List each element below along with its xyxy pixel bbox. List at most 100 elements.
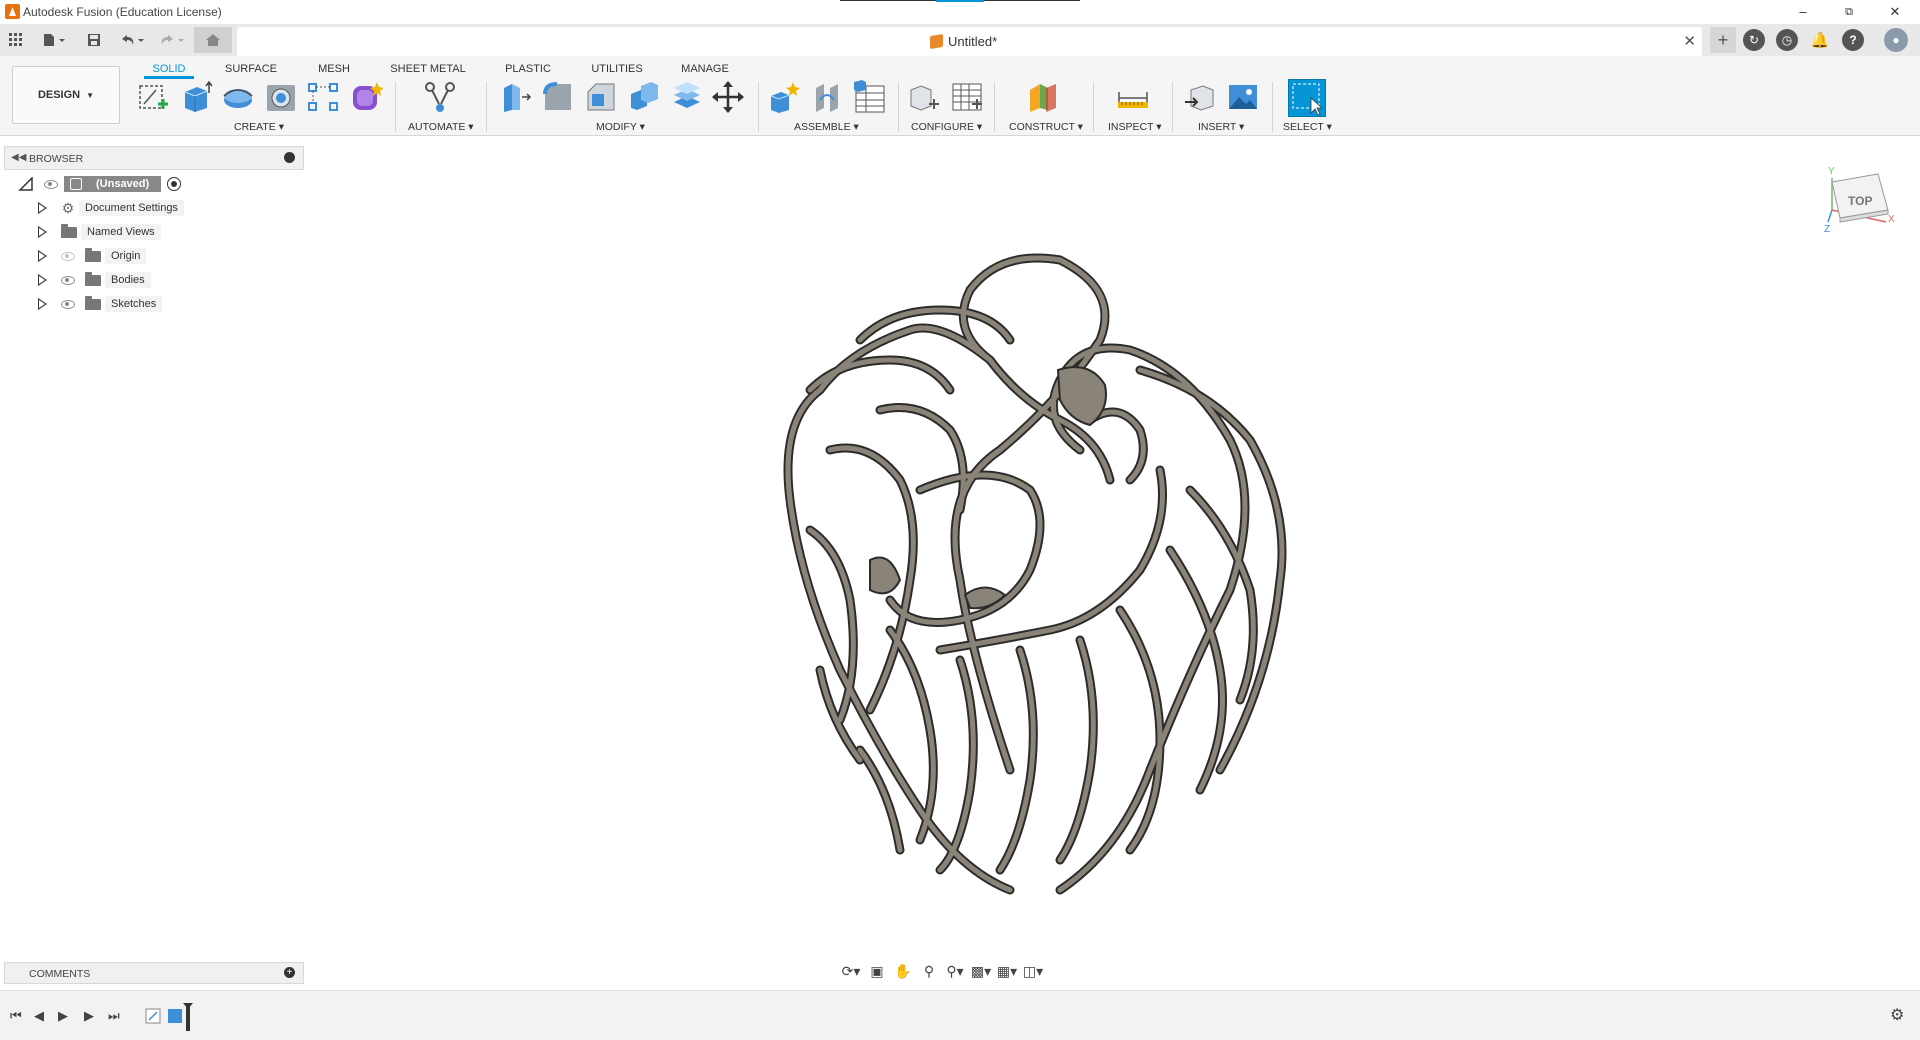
view-cube-face-label[interactable]: TOP [1848, 194, 1872, 208]
grid-settings-icon[interactable]: ▦▾ [996, 961, 1018, 981]
comments-panel-header[interactable]: COMMENTS + [4, 962, 304, 984]
browser-item-origin[interactable]: Origin [38, 246, 147, 266]
workspace-switcher[interactable]: DESIGN ▼ [12, 66, 120, 124]
go-to-end-icon[interactable]: ⏭ [108, 1008, 120, 1024]
tab-surface[interactable]: SURFACE [220, 59, 282, 79]
new-component-icon[interactable] [767, 80, 801, 114]
close-window-button[interactable]: ✕ [1880, 2, 1910, 22]
configure-group-label[interactable]: CONFIGURE ▾ [911, 121, 982, 133]
insert-group-label[interactable]: INSERT ▾ [1198, 121, 1244, 133]
tab-utilities[interactable]: UTILITIES [588, 59, 646, 79]
browser-root[interactable]: (Unsaved) [18, 174, 182, 194]
construct-group-label[interactable]: CONSTRUCT ▾ [1009, 121, 1083, 133]
browser-item-sketches[interactable]: Sketches [38, 294, 163, 314]
activate-radio-icon[interactable] [167, 177, 182, 191]
chamfer-icon[interactable] [584, 80, 618, 114]
automate-icon[interactable] [423, 80, 457, 114]
apps-grid-icon[interactable] [6, 30, 26, 50]
browser-item-document-settings[interactable]: ⚙ Document Settings [38, 198, 184, 218]
browser-panel-header[interactable]: ◀◀ BROWSER [4, 146, 304, 170]
modify-group-label[interactable]: MODIFY ▾ [596, 121, 645, 133]
offset-plane-icon[interactable] [1026, 80, 1060, 114]
collapse-panel-icon[interactable]: ◀◀ [11, 152, 26, 163]
create-sketch-icon[interactable] [136, 80, 170, 114]
visibility-eye-icon[interactable] [61, 299, 75, 309]
measure-icon[interactable] [1116, 80, 1150, 114]
tab-manage[interactable]: MANAGE [676, 59, 734, 79]
home-icon[interactable] [194, 27, 232, 53]
expand-triangle-icon[interactable] [38, 274, 47, 286]
look-at-icon[interactable]: ▣ [866, 961, 888, 981]
display-settings-icon[interactable]: ▩▾ [970, 961, 992, 981]
user-avatar-icon[interactable]: ● [1884, 28, 1908, 52]
minimize-button[interactable]: – [1788, 2, 1818, 22]
shell-icon[interactable] [670, 80, 704, 114]
zoom-icon[interactable]: ⚲ [918, 961, 940, 981]
pan-hand-icon[interactable]: ✋ [892, 961, 914, 981]
timeline-features[interactable] [144, 1003, 200, 1033]
save-icon[interactable] [84, 30, 104, 50]
document-tab[interactable]: Untitled* ✕ [237, 27, 1702, 56]
tab-solid[interactable]: SOLID [144, 59, 194, 79]
timeline-settings-gear-icon[interactable]: ⚙ [1890, 1005, 1904, 1025]
go-to-start-icon[interactable]: ⏮ [10, 1008, 22, 1024]
browser-pin-icon[interactable] [284, 152, 295, 163]
select-group-label[interactable]: SELECT ▾ [1283, 121, 1332, 133]
redo-icon[interactable] [156, 30, 188, 50]
ribbon-separator [395, 82, 396, 132]
undo-icon[interactable] [116, 30, 148, 50]
assemble-group-label[interactable]: ASSEMBLE ▾ [794, 121, 859, 133]
press-pull-icon[interactable] [498, 80, 532, 114]
close-tab-icon[interactable]: ✕ [1683, 32, 1696, 50]
browser-item-named-views[interactable]: Named Views [38, 222, 161, 242]
expand-triangle-icon[interactable] [38, 250, 47, 262]
pattern-icon[interactable] [306, 80, 340, 114]
play-icon[interactable]: ▶ [58, 1008, 68, 1024]
viewports-icon[interactable]: ◫▾ [1022, 961, 1044, 981]
new-tab-icon[interactable]: + [1710, 27, 1736, 53]
tab-sheet-metal[interactable]: SHEET METAL [388, 59, 468, 79]
form-icon[interactable] [349, 80, 383, 114]
configure-label: CONFIGURE [911, 121, 974, 133]
step-back-icon[interactable]: ◀​ [34, 1008, 44, 1024]
add-comment-icon[interactable]: + [284, 967, 295, 978]
visibility-eye-icon[interactable] [61, 275, 75, 285]
expand-triangle-icon[interactable] [38, 298, 47, 310]
revolve-icon[interactable] [221, 80, 255, 114]
combine-icon[interactable] [627, 80, 661, 114]
expand-triangle-icon[interactable] [38, 202, 47, 214]
hole-icon[interactable] [264, 80, 298, 114]
step-forward-icon[interactable]: ▶​ [84, 1008, 94, 1024]
inspect-group-label[interactable]: INSPECT ▾ [1108, 121, 1162, 133]
select-button[interactable] [1288, 79, 1326, 117]
extensions-icon[interactable]: ↻ [1743, 29, 1765, 51]
create-group-label[interactable]: CREATE ▾ [234, 121, 284, 133]
help-icon[interactable]: ? [1842, 29, 1864, 51]
bill-of-materials-icon[interactable] [852, 80, 886, 114]
job-status-icon[interactable]: ◷ [1776, 29, 1798, 51]
configure-icon[interactable] [907, 80, 941, 114]
automate-group-label[interactable]: AUTOMATE ▾ [408, 121, 474, 133]
lion-model-body[interactable] [760, 250, 1320, 900]
hidden-eye-icon[interactable] [61, 251, 75, 261]
insert-image-icon[interactable] [1226, 80, 1260, 114]
browser-item-bodies[interactable]: Bodies [38, 270, 151, 290]
visibility-eye-icon[interactable] [44, 179, 58, 189]
configuration-table-icon[interactable] [950, 80, 984, 114]
collapse-triangle-icon[interactable] [18, 177, 34, 191]
fit-zoom-icon[interactable]: ⚲▾ [944, 961, 966, 981]
file-menu-icon[interactable] [38, 30, 70, 50]
expand-triangle-icon[interactable] [38, 226, 47, 238]
insert-derive-icon[interactable] [1183, 80, 1217, 114]
view-cube[interactable]: TOP Y X Z [1824, 166, 1895, 235]
tab-plastic[interactable]: PLASTIC [500, 59, 556, 79]
fillet-icon[interactable] [541, 80, 575, 114]
root-component-label[interactable]: (Unsaved) [64, 176, 162, 192]
tab-mesh[interactable]: MESH [312, 59, 356, 79]
restore-button[interactable]: ⧉ [1834, 2, 1864, 22]
move-icon[interactable] [711, 80, 745, 114]
notifications-icon[interactable]: 🔔 [1809, 29, 1831, 51]
extrude-icon[interactable] [179, 80, 213, 114]
joint-icon[interactable] [810, 80, 844, 114]
orbit-icon[interactable]: ⟳▾ [840, 961, 862, 981]
